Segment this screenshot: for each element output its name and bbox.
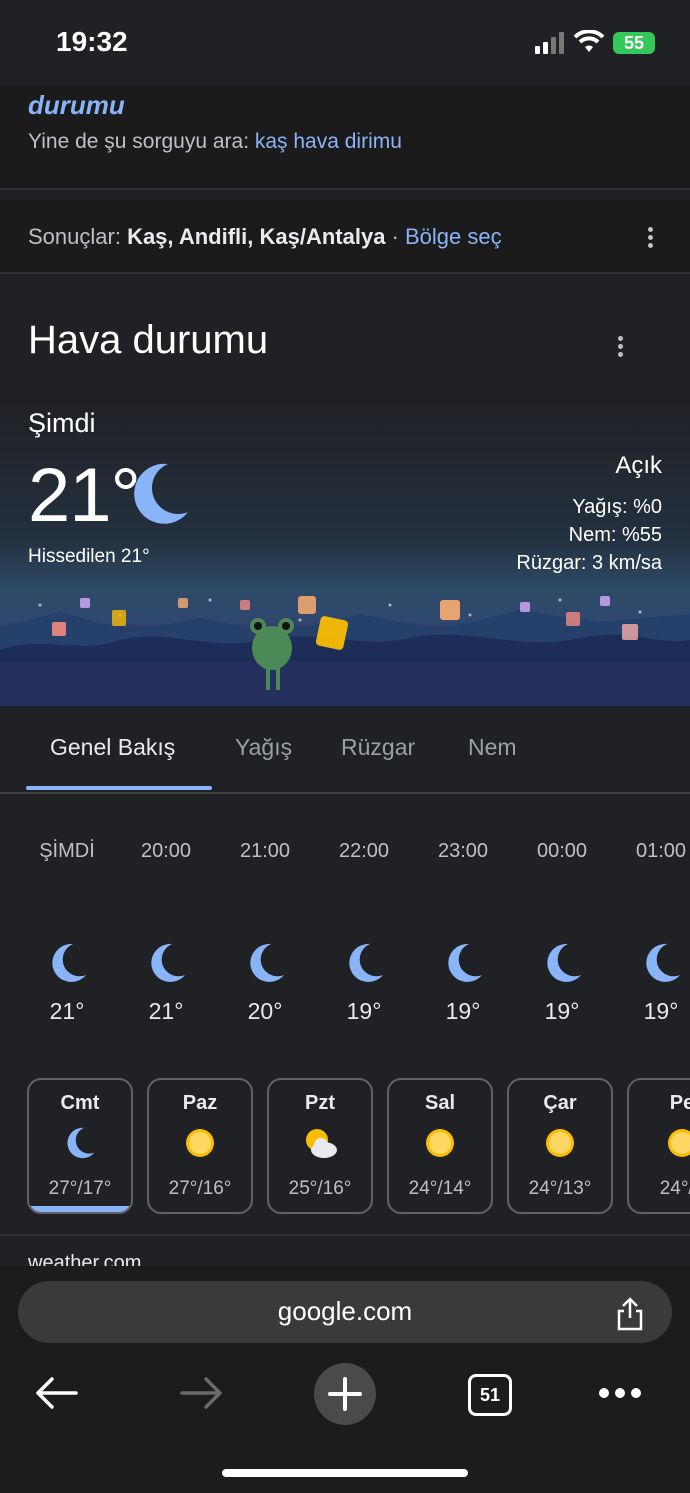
corrected-query[interactable]: durumu xyxy=(28,90,125,121)
search-instead-prefix: Yine de şu sorguyu ara: xyxy=(28,130,255,153)
day-temps: 27°/16° xyxy=(168,1178,232,1199)
wifi-icon xyxy=(573,30,605,52)
choose-region-link[interactable]: Bölge seç xyxy=(405,224,502,249)
tab-overview[interactable]: Genel Bakış xyxy=(50,734,175,761)
weather-title: Hava durumu xyxy=(28,318,269,362)
results-location: Kaş, Andifli, Kaş/Antalya xyxy=(127,224,386,249)
wind: Rüzgar: 3 km/sa xyxy=(516,552,662,574)
results-prefix: Sonuçlar: xyxy=(28,224,128,249)
day-temps: 25°/16° xyxy=(288,1178,352,1199)
moon-icon xyxy=(646,943,680,982)
hour-temp: 19° xyxy=(544,998,580,1024)
active-tab-indicator xyxy=(26,786,212,790)
hour-time: 20:00 xyxy=(140,840,192,862)
moon-icon xyxy=(547,943,581,982)
home-indicator xyxy=(222,1469,468,1477)
moon-icon xyxy=(52,943,86,982)
day-card[interactable]: Çar 24°/13° xyxy=(507,1078,613,1214)
day-temps: 27°/17° xyxy=(48,1178,112,1199)
moon-icon xyxy=(448,943,482,982)
day-name: Sal xyxy=(424,1092,456,1114)
day-name: Pzt xyxy=(305,1092,335,1114)
hour-time: ŞİMDİ xyxy=(39,840,95,862)
hour-time: 23:00 xyxy=(437,840,489,862)
day-card[interactable]: Cmt 27°/17° xyxy=(27,1078,133,1214)
current-temperature: 21° xyxy=(28,453,141,538)
day-name: Pe xyxy=(669,1092,690,1114)
search-instead-link[interactable]: kaş hava dirimu xyxy=(255,130,402,153)
day-temps: 24°/14° xyxy=(408,1178,472,1199)
moon-icon xyxy=(151,943,185,982)
plus-icon xyxy=(328,1377,362,1411)
tab-switcher-button[interactable]: 51 xyxy=(468,1374,512,1416)
precipitation: Yağış: %0 xyxy=(572,496,662,518)
sun-icon xyxy=(546,1129,574,1157)
hour-temp: 20° xyxy=(247,998,283,1024)
hour-time: 21:00 xyxy=(239,840,291,862)
divider xyxy=(0,272,690,274)
divider xyxy=(0,188,690,190)
hour-time: 01:00 xyxy=(635,840,687,862)
share-icon[interactable] xyxy=(614,1296,646,1332)
feels-like: Hissedilen 21° xyxy=(28,546,150,567)
day-card[interactable]: Sal 24°/14° xyxy=(387,1078,493,1214)
moon-icon xyxy=(349,943,383,982)
new-tab-button[interactable] xyxy=(314,1363,376,1425)
partly-cloudy-icon xyxy=(306,1129,337,1158)
day-name: Çar xyxy=(543,1092,577,1114)
status-time: 19:32 xyxy=(56,26,128,57)
moon-icon xyxy=(250,943,284,982)
day-temps: 24°/13° xyxy=(528,1178,592,1199)
humidity: Nem: %55 xyxy=(568,524,662,546)
more-menu-icon[interactable] xyxy=(598,1386,642,1400)
url-text[interactable]: google.com xyxy=(0,1296,690,1327)
day-card[interactable]: Pe 24°/1 xyxy=(627,1078,690,1214)
hour-temp: 21° xyxy=(148,998,184,1024)
tab-precipitation[interactable]: Yağış xyxy=(235,734,292,761)
day-temps: 24°/1 xyxy=(659,1178,690,1199)
separator-dot: · xyxy=(385,224,405,249)
hour-temp: 19° xyxy=(346,998,382,1024)
hour-time: 22:00 xyxy=(338,840,390,862)
weather-more-options-icon[interactable] xyxy=(618,336,624,360)
results-location-text: Sonuçlar: Kaş, Andifli, Kaş/Antalya · Bö… xyxy=(28,224,502,250)
tab-humidity[interactable]: Nem xyxy=(468,734,517,761)
day-card[interactable]: Pzt 25°/16° xyxy=(267,1078,373,1214)
tab-wind[interactable]: Rüzgar xyxy=(341,734,415,761)
search-instead-text: Yine de şu sorguyu ara: kaş hava dirimu xyxy=(28,130,402,154)
sun-icon xyxy=(186,1129,214,1157)
selected-day-indicator xyxy=(29,1206,131,1212)
forward-arrow-icon[interactable] xyxy=(180,1376,224,1410)
hour-time: 00:00 xyxy=(536,840,588,862)
weather-condition: Açık xyxy=(615,452,662,479)
hour-temp: 21° xyxy=(49,998,85,1024)
day-name: Paz xyxy=(182,1092,218,1114)
day-name: Cmt xyxy=(60,1092,100,1114)
now-label: Şimdi xyxy=(28,408,96,438)
moon-icon xyxy=(67,1127,95,1159)
sun-icon xyxy=(668,1129,690,1157)
back-arrow-icon[interactable] xyxy=(34,1376,78,1410)
weather-tabs: Genel Bakış Yağış Rüzgar Nem xyxy=(0,706,690,794)
day-card[interactable]: Paz 27°/16° xyxy=(147,1078,253,1214)
hour-temp: 19° xyxy=(445,998,481,1024)
moon-icon xyxy=(134,463,188,524)
more-options-icon[interactable] xyxy=(648,227,654,251)
sun-icon xyxy=(426,1129,454,1157)
cellular-signal-icon xyxy=(535,32,564,54)
battery-indicator: 55 xyxy=(613,32,655,54)
divider xyxy=(0,1234,690,1236)
hour-temp: 19° xyxy=(643,998,679,1024)
